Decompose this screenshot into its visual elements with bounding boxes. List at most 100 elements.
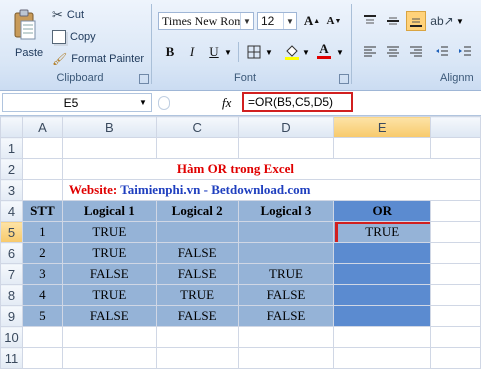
decrease-indent-icon[interactable]	[432, 42, 452, 62]
cell[interactable]	[430, 221, 481, 243]
column-header-b[interactable]: B	[61, 116, 157, 138]
align-left-icon[interactable]	[360, 42, 380, 62]
grow-font-icon[interactable]: A ▲	[302, 11, 322, 31]
row-header[interactable]: 11	[0, 347, 23, 369]
fx-icon[interactable]: fx	[222, 95, 231, 111]
table-cell[interactable]: TRUE	[237, 263, 335, 285]
formula-bar-handle-icon[interactable]	[158, 96, 170, 110]
cell[interactable]	[430, 326, 481, 348]
select-all-corner[interactable]	[0, 116, 23, 138]
table-cell[interactable]: FALSE	[155, 305, 239, 327]
header-cell-stt[interactable]: STT	[21, 200, 63, 222]
column-header-f[interactable]	[430, 116, 481, 138]
font-color-icon[interactable]: A	[314, 40, 334, 60]
align-center-icon[interactable]	[383, 42, 403, 62]
table-cell[interactable]: 1	[21, 221, 63, 243]
table-cell[interactable]	[333, 242, 432, 264]
cell[interactable]	[21, 158, 63, 180]
cell[interactable]	[21, 137, 63, 159]
font-name-combo[interactable]: Times New Rom ▼	[158, 12, 254, 30]
font-size-combo[interactable]: 12 ▼	[257, 12, 297, 30]
align-right-icon[interactable]	[406, 42, 426, 62]
cell[interactable]	[430, 137, 481, 159]
cell[interactable]	[155, 347, 239, 369]
column-header-e[interactable]: E	[333, 116, 432, 138]
fill-color-icon[interactable]	[282, 42, 302, 62]
cell[interactable]	[155, 137, 239, 159]
cell[interactable]	[430, 347, 481, 369]
table-cell[interactable]	[333, 305, 432, 327]
row-header[interactable]: 4	[0, 200, 23, 222]
cell[interactable]	[237, 137, 335, 159]
active-cell-e5[interactable]: TRUE	[333, 221, 432, 243]
bold-button[interactable]: B	[160, 42, 180, 62]
align-top-icon[interactable]	[360, 11, 380, 31]
table-cell[interactable]: TRUE	[61, 284, 157, 306]
table-cell[interactable]: FALSE	[155, 263, 239, 285]
chevron-down-icon[interactable]: ▼	[283, 13, 296, 29]
shrink-font-icon[interactable]: A ▼	[324, 11, 344, 31]
row-header[interactable]: 2	[0, 158, 23, 180]
row-header[interactable]: 9	[0, 305, 23, 327]
cell[interactable]	[430, 305, 481, 327]
italic-button[interactable]: I	[182, 42, 202, 62]
cell[interactable]	[430, 242, 481, 264]
cell[interactable]	[333, 326, 432, 348]
table-cell[interactable]: FALSE	[237, 305, 335, 327]
table-cell[interactable]: TRUE	[61, 242, 157, 264]
paste-button[interactable]: Paste	[4, 4, 46, 70]
align-bottom-icon[interactable]	[406, 11, 426, 31]
cell[interactable]	[237, 347, 335, 369]
table-cell[interactable]: FALSE	[61, 305, 157, 327]
table-cell[interactable]: 5	[21, 305, 63, 327]
table-cell[interactable]: FALSE	[61, 263, 157, 285]
underline-button[interactable]: U	[204, 42, 224, 62]
table-cell[interactable]: 4	[21, 284, 63, 306]
borders-icon[interactable]	[244, 42, 264, 62]
chevron-down-icon[interactable]: ▼	[456, 17, 464, 26]
row-header[interactable]: 6	[0, 242, 23, 264]
cell[interactable]	[430, 284, 481, 306]
chevron-down-icon[interactable]: ▼	[240, 13, 253, 29]
cell[interactable]	[430, 200, 481, 222]
orientation-icon[interactable]: ab↗	[430, 11, 453, 31]
cell[interactable]	[430, 263, 481, 285]
column-header-d[interactable]: D	[237, 116, 335, 138]
copy-button[interactable]: Copy	[52, 28, 96, 46]
clipboard-dialog-launcher-icon[interactable]	[139, 74, 149, 84]
align-middle-icon[interactable]	[383, 11, 403, 31]
column-header-a[interactable]: A	[21, 116, 63, 138]
cell[interactable]	[21, 326, 63, 348]
cell[interactable]	[61, 326, 157, 348]
table-cell[interactable]: 2	[21, 242, 63, 264]
table-cell[interactable]: FALSE	[237, 284, 335, 306]
chevron-down-icon[interactable]: ▼	[302, 48, 310, 57]
table-cell[interactable]	[237, 242, 335, 264]
cell[interactable]	[21, 347, 63, 369]
name-box[interactable]: E5 ▼	[2, 93, 152, 112]
row-header[interactable]: 1	[0, 137, 23, 159]
chevron-down-icon[interactable]: ▼	[224, 48, 232, 57]
formula-input[interactable]: =OR(B5,C5,D5)	[242, 92, 353, 112]
cell[interactable]	[333, 137, 432, 159]
row-header[interactable]: 5	[0, 221, 23, 243]
row-header[interactable]: 10	[0, 326, 23, 348]
header-cell-logical-1[interactable]: Logical 1	[61, 200, 157, 222]
table-cell[interactable]	[333, 284, 432, 306]
format-painter-button[interactable]: 🖌 Format Painter	[52, 50, 144, 68]
cell[interactable]	[155, 326, 239, 348]
font-dialog-launcher-icon[interactable]	[339, 74, 349, 84]
cell[interactable]	[21, 179, 63, 201]
table-cell[interactable]	[237, 221, 335, 243]
table-cell[interactable]: TRUE	[155, 284, 239, 306]
website-cell[interactable]: Website: Taimienphi.vn - Betdownload.com	[61, 179, 481, 201]
header-cell-or[interactable]: OR	[333, 200, 432, 222]
cell[interactable]	[237, 326, 335, 348]
chevron-down-icon[interactable]: ▼	[139, 98, 151, 107]
table-cell[interactable]: TRUE	[61, 221, 157, 243]
cell[interactable]	[61, 347, 157, 369]
table-cell[interactable]	[155, 221, 239, 243]
row-header[interactable]: 7	[0, 263, 23, 285]
cell[interactable]	[333, 347, 432, 369]
sheet-title[interactable]: Hàm OR trong Excel	[61, 158, 481, 180]
